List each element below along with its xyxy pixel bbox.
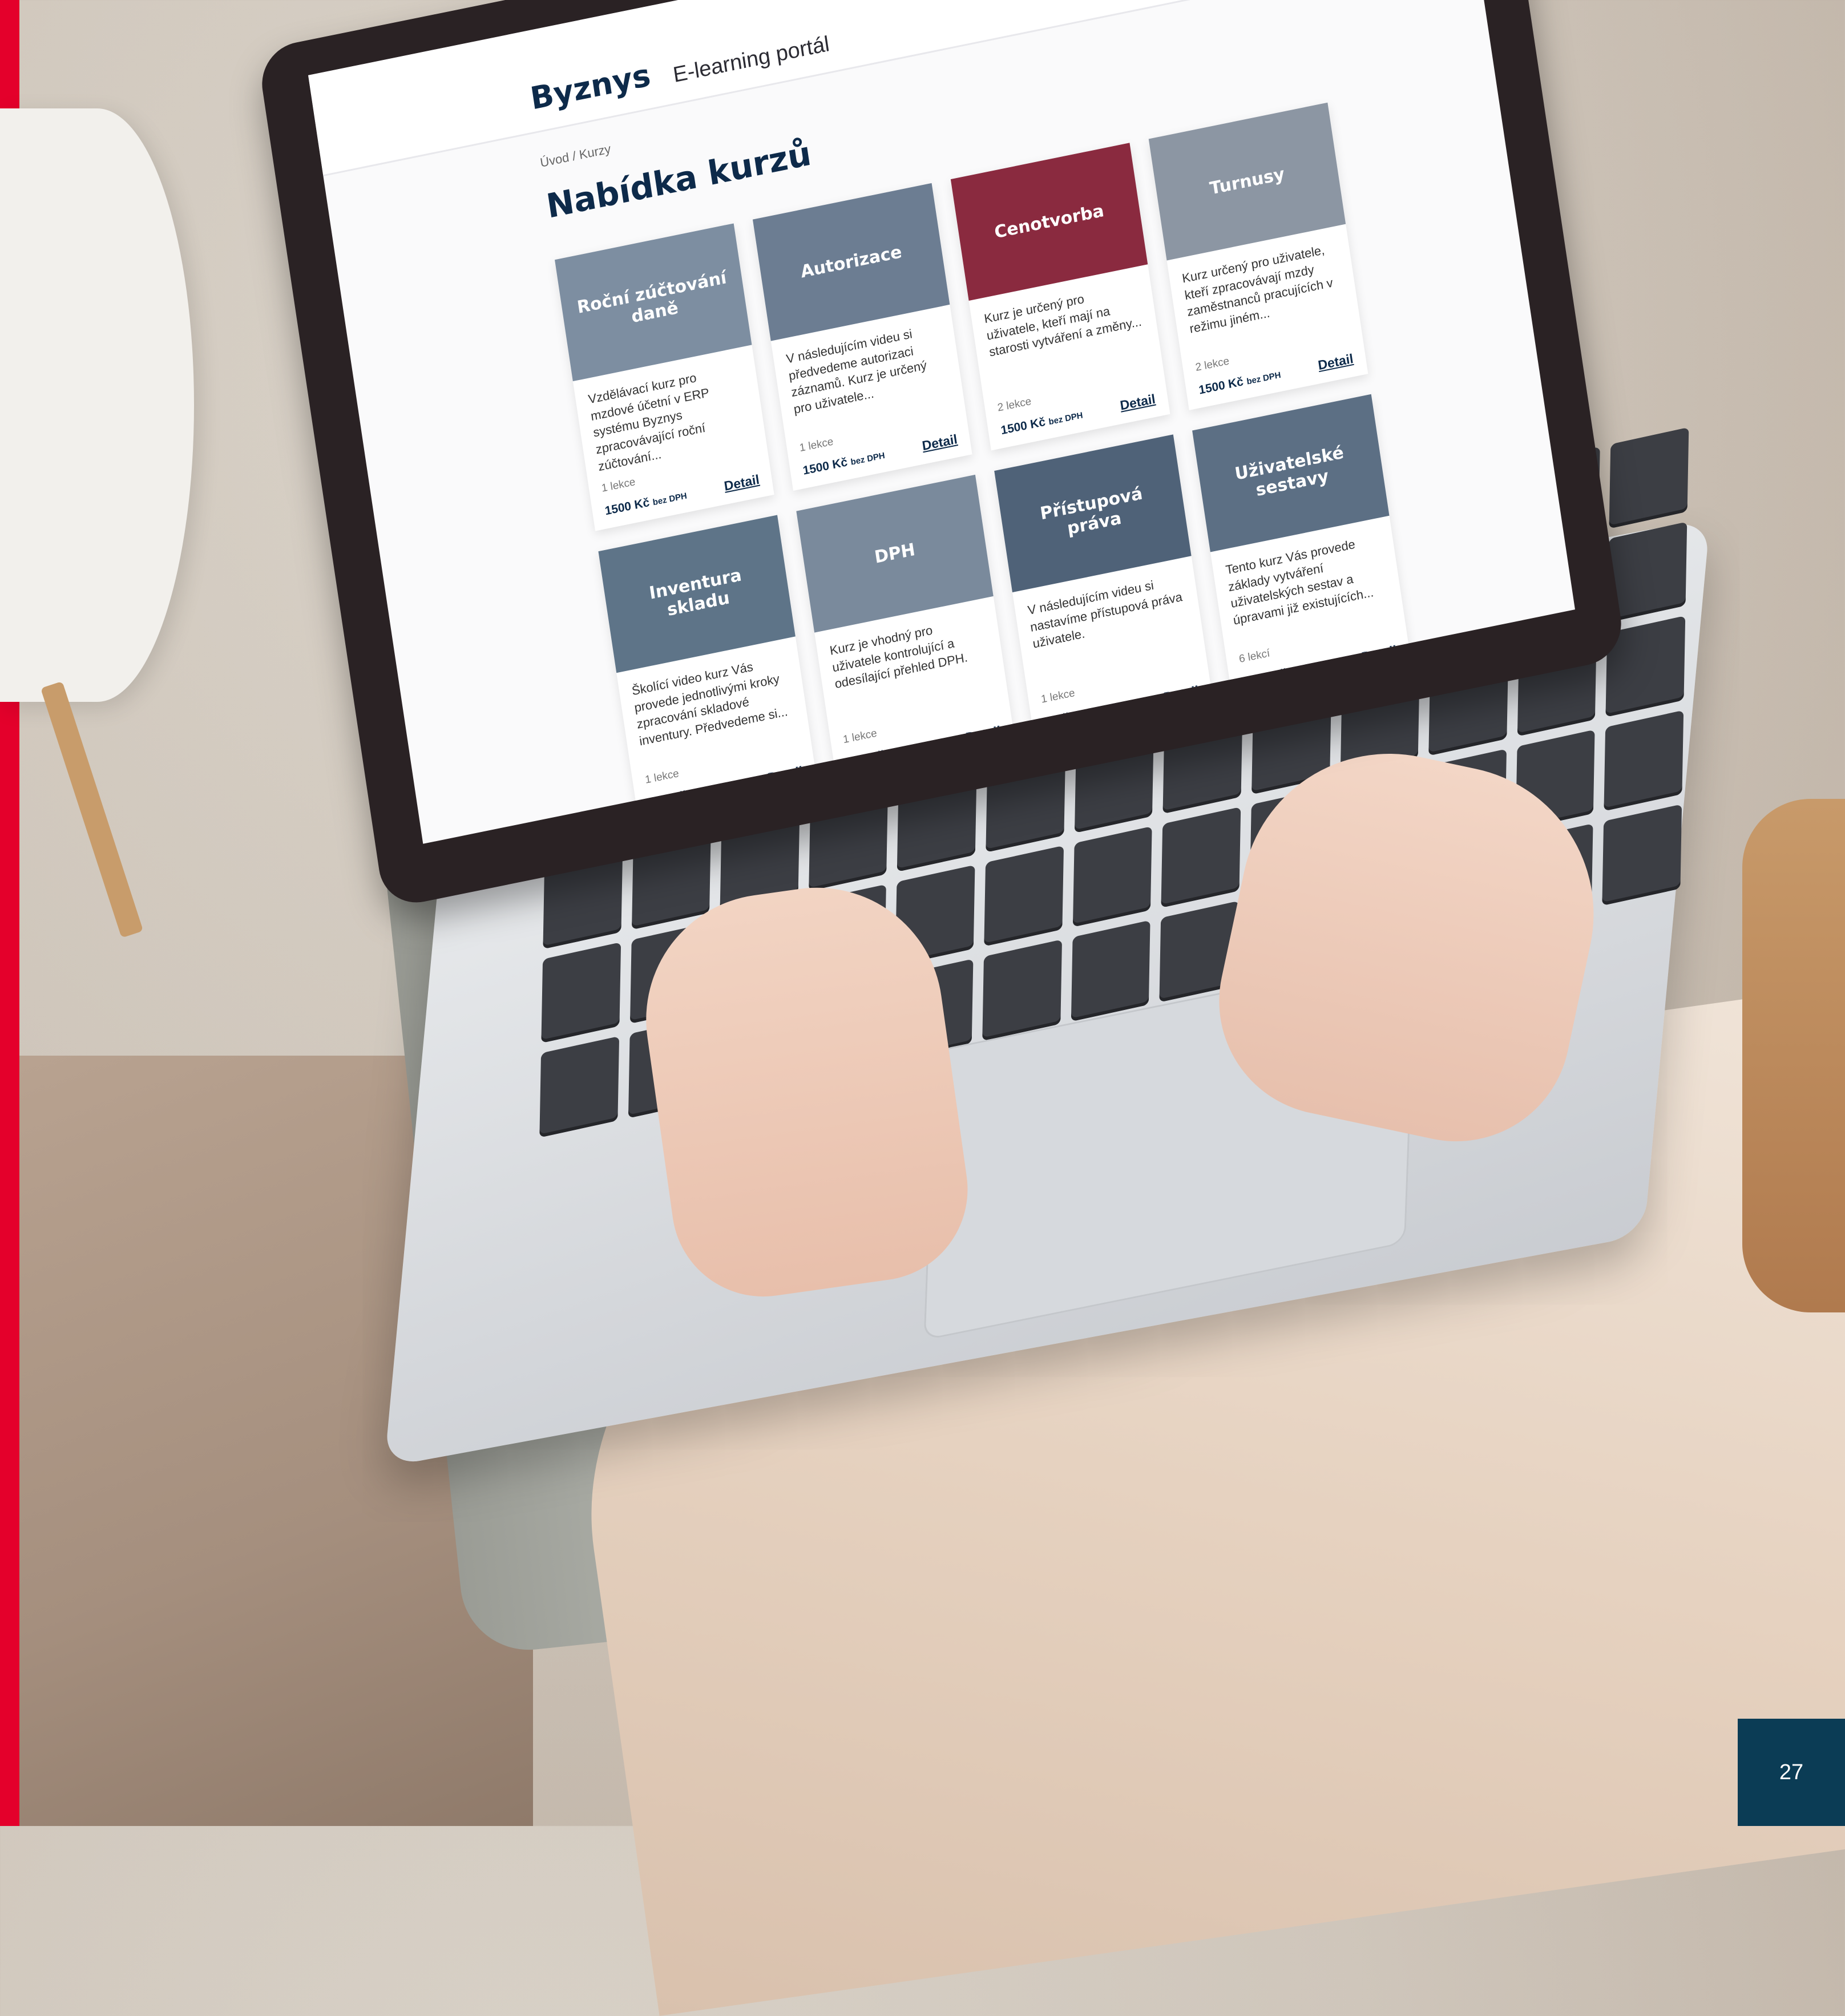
side-table-top: [0, 108, 194, 702]
course-price: 1500 Kč bez DPH: [802, 450, 886, 478]
detail-link[interactable]: Detail: [1119, 391, 1156, 414]
keyboard-key: [984, 845, 1064, 947]
course-price: 1500 Kč bez DPH: [1000, 410, 1084, 438]
keyboard-key: [541, 942, 621, 1044]
page-number-badge: 27: [1738, 1719, 1845, 1826]
course-card[interactable]: Cenotvorba Kurz je určený pro uživatele,…: [950, 143, 1170, 451]
side-table-leg: [40, 681, 144, 938]
course-card[interactable]: Roční zúčtování daně Vzdělávací kurz pro…: [555, 223, 774, 531]
keyboard-key: [982, 939, 1062, 1041]
keyboard-key: [539, 1036, 619, 1138]
keyboard-key: [1072, 826, 1152, 928]
person-hair: [1742, 799, 1845, 1312]
detail-link[interactable]: Detail: [921, 431, 958, 454]
course-price: 1500 Kč bez DPH: [604, 491, 688, 518]
brand-logo[interactable]: Byznys: [528, 57, 653, 117]
keyboard-key: [1609, 427, 1689, 529]
keyboard-key: [1607, 521, 1687, 623]
detail-link[interactable]: Detail: [723, 472, 760, 494]
keyboard-key: [1604, 710, 1684, 811]
keyboard-key: [1071, 920, 1150, 1022]
keyboard-key: [1161, 806, 1241, 908]
course-card[interactable]: Autorizace V následujícím videu si předv…: [752, 183, 972, 491]
keyboard-key: [1602, 804, 1682, 906]
course-card[interactable]: Turnusy Kurz určený pro uživatele, kteří…: [1148, 102, 1368, 410]
detail-link[interactable]: Detail: [1317, 351, 1354, 373]
course-price: 1500 Kč bez DPH: [1198, 370, 1282, 397]
